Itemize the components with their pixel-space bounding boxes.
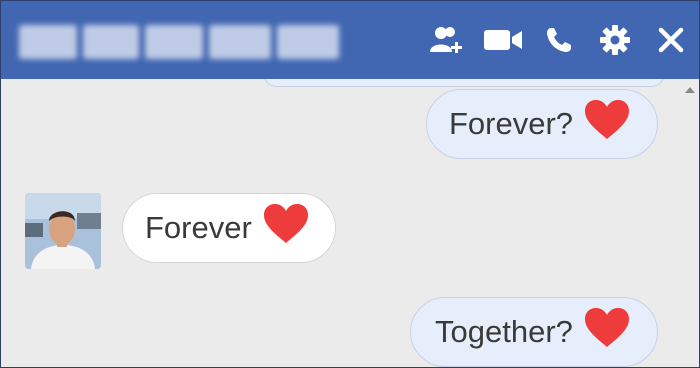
header-icons [419, 1, 699, 79]
scrollbar[interactable] [685, 79, 699, 367]
heart-icon [585, 100, 630, 148]
outgoing-message[interactable]: Together? [410, 297, 658, 367]
scroll-up-arrow-icon[interactable] [685, 87, 695, 93]
message-text: Forever [145, 210, 252, 245]
heart-icon [263, 204, 308, 252]
message-text: Forever? [449, 106, 574, 141]
previous-message-bubble [263, 79, 665, 87]
phone-icon[interactable] [531, 12, 587, 68]
add-person-icon[interactable] [419, 12, 475, 68]
contact-name-blurred[interactable] [19, 25, 339, 59]
avatar[interactable] [25, 193, 101, 269]
gear-icon[interactable] [587, 12, 643, 68]
incoming-message[interactable]: Forever [122, 193, 336, 263]
chat-window: Forever? Forever Together? [0, 0, 700, 368]
heart-icon [584, 308, 629, 356]
close-icon[interactable] [643, 12, 699, 68]
message-text: Together? [435, 314, 573, 349]
message-list[interactable]: Forever? Forever Together? [1, 79, 699, 367]
chat-header [1, 1, 699, 79]
outgoing-message[interactable]: Forever? [426, 89, 658, 159]
video-call-icon[interactable] [475, 12, 531, 68]
